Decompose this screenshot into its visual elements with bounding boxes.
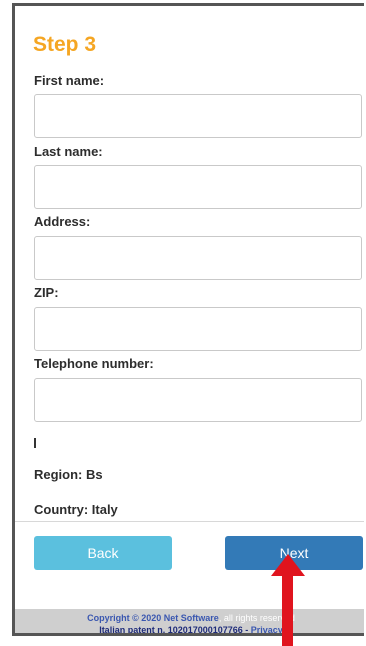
telephone-field[interactable] [34, 378, 362, 422]
footer: Copyright © 2020 Net Software, all right… [15, 609, 364, 635]
last-name-field[interactable] [34, 165, 362, 209]
address-field[interactable] [34, 236, 362, 280]
red-arrow-shaft-icon [282, 572, 293, 646]
first-name-label: First name: [34, 73, 105, 88]
region-text: Region: Bs [34, 467, 103, 482]
patent-text: Italian patent n. 102017000107766 - [99, 625, 251, 635]
country-text: Country: Italy [34, 502, 118, 517]
form-frame: Step 3 First name: Last name: Address: Z… [12, 3, 364, 636]
zip-field[interactable] [34, 307, 362, 351]
copyright-line: Copyright © 2020 Net Software, all right… [15, 612, 364, 624]
copyright-text: Copyright © 2020 Net Software [87, 613, 219, 623]
privacy-link[interactable]: Privacy [251, 625, 283, 633]
address-label: Address: [34, 214, 91, 229]
telephone-label: Telephone number: [34, 356, 154, 371]
patent-line: Italian patent n. 102017000107766 - Priv… [15, 624, 364, 635]
zip-label: ZIP: [34, 285, 59, 300]
first-name-field[interactable] [34, 94, 362, 138]
text-cursor [34, 438, 36, 448]
section-divider [15, 521, 364, 522]
step-title: Step 3 [33, 33, 97, 56]
last-name-label: Last name: [34, 144, 103, 159]
back-button[interactable]: Back [34, 536, 172, 570]
